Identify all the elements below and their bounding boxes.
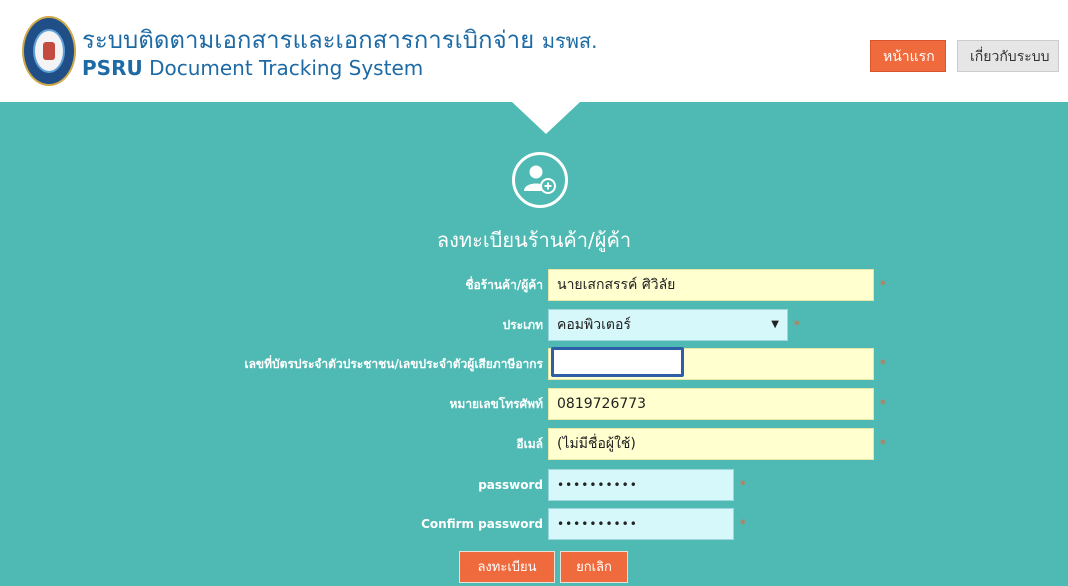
required-mark: * — [880, 357, 886, 371]
type-select-value: คอมพิวเตอร์ — [557, 317, 631, 333]
shop-name-label: ชื่อร้านค้า/ผู้ค้า — [465, 278, 543, 292]
id-label: เลขที่บัตรประจำตัวประชาชน/เลขประจำตัวผู้… — [244, 357, 543, 371]
phone-input[interactable]: 0819726773 — [548, 388, 874, 420]
form-heading: ลงทะเบียนร้านค้า/ผู้ค้า — [436, 228, 632, 252]
required-mark: * — [740, 478, 746, 492]
email-input[interactable]: (ไม่มีชื่อผู้ใช้) — [548, 428, 874, 460]
required-mark: * — [880, 397, 886, 411]
title-abbr: มรพส. — [541, 29, 598, 53]
required-mark: * — [880, 278, 886, 292]
id-input[interactable] — [551, 347, 684, 377]
required-mark: * — [740, 517, 746, 531]
required-mark: * — [880, 437, 886, 451]
type-label: ประเภท — [502, 318, 543, 332]
title-thai: ระบบติดตามเอกสารและเอกสารการเบิกจ่าย — [82, 26, 535, 54]
chevron-down-icon: ▼ — [771, 319, 779, 330]
subtitle-rest: Document Tracking System — [149, 56, 424, 80]
cancel-button[interactable]: ยกเลิก — [560, 551, 628, 583]
password-label: password — [478, 478, 543, 492]
phone-label: หมายเลขโทรศัพท์ — [449, 397, 544, 411]
university-logo — [22, 16, 76, 86]
email-label: อีเมล์ — [516, 437, 543, 451]
type-select[interactable]: คอมพิวเตอร์ ▼ — [548, 309, 788, 341]
home-button[interactable]: หน้าแรก — [870, 40, 946, 72]
shop-name-input[interactable]: นายเสกสรรค์ ศิวิลัย — [548, 269, 874, 301]
logo-emblem — [43, 42, 55, 60]
page-subtitle: PSRU Document Tracking System — [82, 56, 423, 80]
add-user-icon — [512, 152, 568, 208]
header: ระบบติดตามเอกสารและเอกสารการเบิกจ่าย มรพ… — [0, 0, 1068, 102]
about-button[interactable]: เกี่ยวกับระบบ — [957, 40, 1059, 72]
required-mark: * — [794, 318, 800, 332]
page-title: ระบบติดตามเอกสารและเอกสารการเบิกจ่าย มรพ… — [82, 26, 598, 55]
register-button[interactable]: ลงทะเบียน — [459, 551, 555, 583]
password-input[interactable]: •••••••••• — [548, 469, 734, 501]
subtitle-strong: PSRU — [82, 56, 143, 80]
logo-inner — [33, 29, 65, 73]
pointer-arrow — [512, 102, 580, 134]
confirm-password-label: Confirm password — [421, 517, 543, 531]
confirm-password-input[interactable]: •••••••••• — [548, 508, 734, 540]
